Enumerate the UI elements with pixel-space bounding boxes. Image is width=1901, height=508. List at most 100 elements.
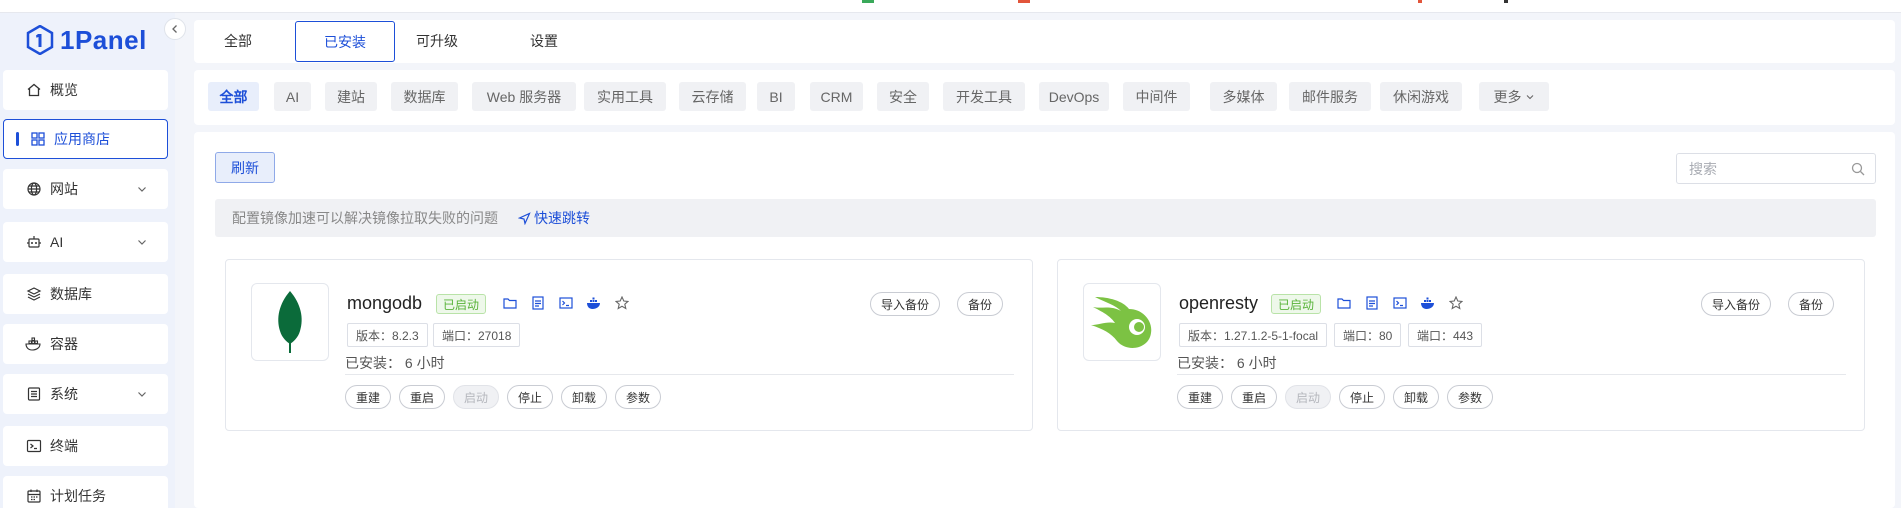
import-backup-button[interactable]: 导入备份 [1701, 292, 1771, 316]
restart-button[interactable]: 重启 [1231, 385, 1277, 409]
refresh-button[interactable]: 刷新 [215, 152, 275, 183]
search-icon[interactable] [1851, 162, 1865, 176]
stop-button[interactable]: 停止 [507, 385, 553, 409]
sidebar-item-label: 概览 [50, 82, 78, 98]
port-tag: 端口：80 [1334, 323, 1402, 347]
terminal-icon[interactable] [558, 295, 574, 311]
star-icon[interactable] [614, 295, 630, 311]
tab-settings[interactable]: 设置 [504, 20, 584, 61]
category-bi[interactable]: BI [757, 82, 795, 111]
collapse-sidebar-button[interactable] [164, 18, 186, 40]
sidebar-item-website[interactable]: 网站 [3, 169, 168, 209]
docker-icon[interactable] [1420, 295, 1436, 311]
tabs-bar: 全部 已安装 可升级 设置 [194, 20, 1895, 63]
terminal-icon [25, 437, 43, 455]
category-web-server[interactable]: Web 服务器 [472, 82, 576, 111]
log-file-icon[interactable] [1364, 295, 1380, 311]
category-mail[interactable]: 邮件服务 [1289, 82, 1371, 111]
1panel-logo-icon [26, 25, 54, 55]
brand-logo[interactable]: 1Panel [26, 25, 147, 55]
main-panel: 刷新 配置镜像加速可以解决镜像拉取失败的问题 快速跳转 mongodb 已启动 … [194, 132, 1895, 508]
sidebar-item-app-store[interactable]: 应用商店 [3, 119, 168, 159]
status-mark [862, 0, 874, 3]
app-quick-icons [1336, 295, 1464, 311]
sidebar-item-database[interactable]: 数据库 [3, 274, 168, 314]
sidebar-item-label: 网站 [50, 181, 78, 197]
category-more-label: 更多 [1493, 88, 1522, 105]
category-games[interactable]: 休闲游戏 [1380, 82, 1462, 111]
category-website[interactable]: 建站 [325, 82, 377, 111]
rebuild-button[interactable]: 重建 [1177, 385, 1223, 409]
sidebar-item-terminal[interactable]: 终端 [3, 426, 168, 466]
app-name: mongodb [347, 293, 423, 313]
send-icon [518, 211, 531, 225]
terminal-icon[interactable] [1392, 295, 1408, 311]
category-crm[interactable]: CRM [810, 82, 863, 111]
docker-icon[interactable] [586, 295, 602, 311]
category-tools[interactable]: 实用工具 [584, 82, 666, 111]
status-mark [1418, 0, 1422, 3]
category-devops[interactable]: DevOps [1039, 82, 1109, 111]
sidebar-item-label: 计划任务 [50, 488, 106, 504]
search-input[interactable] [1689, 160, 1849, 177]
tab-installed[interactable]: 已安装 [295, 21, 395, 62]
sidebar-item-label: 应用商店 [54, 131, 110, 147]
backup-button[interactable]: 备份 [957, 292, 1003, 316]
params-button[interactable]: 参数 [615, 385, 661, 409]
grid-icon [29, 130, 47, 148]
mirror-notice: 配置镜像加速可以解决镜像拉取失败的问题 快速跳转 [215, 199, 1876, 237]
app-logo-box [1083, 283, 1161, 361]
start-button[interactable]: 启动 [1285, 385, 1331, 409]
sidebar-item-ai[interactable]: AI [3, 222, 168, 262]
folder-icon[interactable] [1336, 295, 1352, 311]
installed-time: 已安装： 6 小时 [345, 355, 445, 371]
category-bar: 全部 AI 建站 数据库 Web 服务器 实用工具 云存储 BI CRM 安全 … [194, 70, 1895, 125]
category-security[interactable]: 安全 [877, 82, 929, 111]
category-cloud-storage[interactable]: 云存储 [679, 82, 746, 111]
notice-text: 配置镜像加速可以解决镜像拉取失败的问题 [232, 210, 498, 226]
backup-button[interactable]: 备份 [1788, 292, 1834, 316]
quick-jump-link[interactable]: 快速跳转 [518, 208, 590, 228]
star-icon[interactable] [1448, 295, 1464, 311]
tab-upgradable[interactable]: 可升级 [397, 20, 477, 61]
mongodb-leaf-icon [278, 291, 302, 353]
sidebar-item-label: 数据库 [50, 286, 92, 302]
sidebar-item-cron[interactable]: 计划任务 [3, 476, 168, 508]
brand-name: 1Panel [60, 24, 147, 55]
status-mark [1504, 0, 1508, 3]
uninstall-button[interactable]: 卸载 [561, 385, 607, 409]
openresty-logo-icon [1091, 297, 1152, 348]
app-quick-icons [502, 295, 630, 311]
category-middleware[interactable]: 中间件 [1123, 82, 1190, 111]
rebuild-button[interactable]: 重建 [345, 385, 391, 409]
stop-button[interactable]: 停止 [1339, 385, 1385, 409]
category-more-dropdown[interactable]: 更多 [1479, 82, 1549, 111]
category-ai[interactable]: AI [274, 82, 311, 111]
app-name: openresty [1179, 293, 1259, 313]
uninstall-button[interactable]: 卸载 [1393, 385, 1439, 409]
installed-time: 已安装： 6 小时 [1177, 355, 1277, 371]
start-button[interactable]: 启动 [453, 385, 499, 409]
calendar-icon [25, 487, 43, 505]
sidebar-item-overview[interactable]: 概览 [3, 70, 168, 110]
import-backup-button[interactable]: 导入备份 [870, 292, 940, 316]
divider [345, 374, 1014, 375]
version-tag: 版本：1.27.1.2-5-1-focal [1179, 323, 1328, 347]
category-dev-tools[interactable]: 开发工具 [943, 82, 1025, 111]
restart-button[interactable]: 重启 [399, 385, 445, 409]
robot-icon [25, 233, 43, 251]
home-icon [25, 81, 43, 99]
sidebar-item-system[interactable]: 系统 [3, 374, 168, 414]
folder-icon[interactable] [502, 295, 518, 311]
log-file-icon[interactable] [530, 295, 546, 311]
chevron-down-icon [1526, 94, 1533, 99]
sidebar-item-label: 终端 [50, 438, 78, 454]
category-multimedia[interactable]: 多媒体 [1210, 82, 1277, 111]
sidebar-item-container[interactable]: 容器 [3, 324, 168, 364]
category-all[interactable]: 全部 [208, 82, 259, 111]
status-mark [1018, 0, 1030, 3]
quick-jump-label: 快速跳转 [534, 210, 590, 226]
params-button[interactable]: 参数 [1447, 385, 1493, 409]
tab-all[interactable]: 全部 [198, 20, 278, 61]
category-database[interactable]: 数据库 [391, 82, 458, 111]
